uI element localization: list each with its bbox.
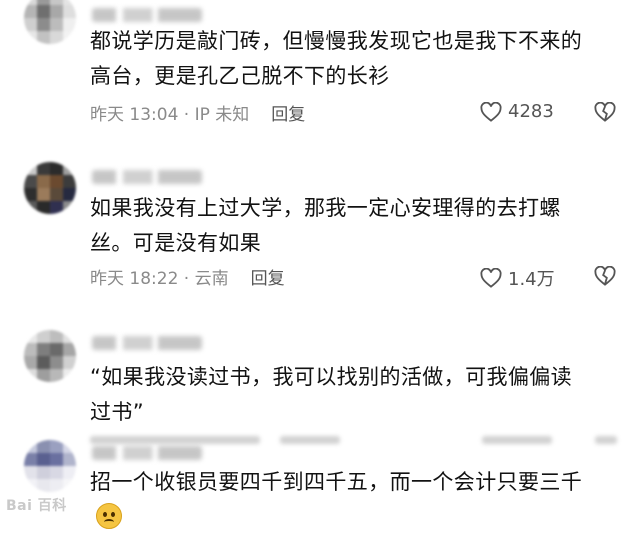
broken-heart-icon xyxy=(594,265,616,286)
comment-timestamp: 昨天 13:04 · IP 未知 xyxy=(90,105,250,125)
comment-text: 招一个收银员要四千到四千五，而一个会计只要三千 xyxy=(90,470,583,494)
comment-meta: 昨天 13:04 · IP 未知 回复 xyxy=(90,100,305,125)
username[interactable] xyxy=(92,336,202,350)
avatar[interactable] xyxy=(24,440,76,492)
heart-outline-icon xyxy=(480,101,502,122)
comment-timestamp: 昨天 18:22 · 云南 xyxy=(90,269,229,289)
comment-meta: 昨天 18:22 · 云南 回复 xyxy=(90,264,285,289)
like-count: 1.4万 xyxy=(508,269,555,290)
dislike-button[interactable] xyxy=(594,101,616,126)
username[interactable] xyxy=(92,170,202,184)
like-count: 4283 xyxy=(508,101,554,122)
reply-button[interactable]: 回复 xyxy=(271,100,305,125)
avatar[interactable] xyxy=(24,0,76,44)
comment-text: 都说学历是敲门砖，但慢慢我发现它也是我下不来的 高台，更是孔乙己脱不下的长衫 xyxy=(90,29,583,88)
sad-face-emoji-icon xyxy=(96,503,122,529)
username[interactable] xyxy=(92,446,202,460)
avatar[interactable] xyxy=(24,330,76,382)
comment-meta xyxy=(90,436,630,446)
username[interactable] xyxy=(92,8,202,22)
dislike-button[interactable] xyxy=(594,265,616,290)
comment-text: “如果我没读过书，我可以找别的活做，可我偏偏读 过书” xyxy=(90,365,573,424)
watermark: Bai 百科 xyxy=(6,498,67,514)
comment-text: 如果我没有上过大学，那我一定心安理得的去打螺 丝。可是没有如果 xyxy=(90,196,561,255)
like-button[interactable]: 4283 xyxy=(480,101,554,122)
reply-button[interactable]: 回复 xyxy=(251,264,285,289)
broken-heart-icon xyxy=(594,101,616,122)
avatar[interactable] xyxy=(24,162,76,214)
like-button[interactable]: 1.4万 xyxy=(480,265,555,291)
heart-outline-icon xyxy=(480,268,502,288)
